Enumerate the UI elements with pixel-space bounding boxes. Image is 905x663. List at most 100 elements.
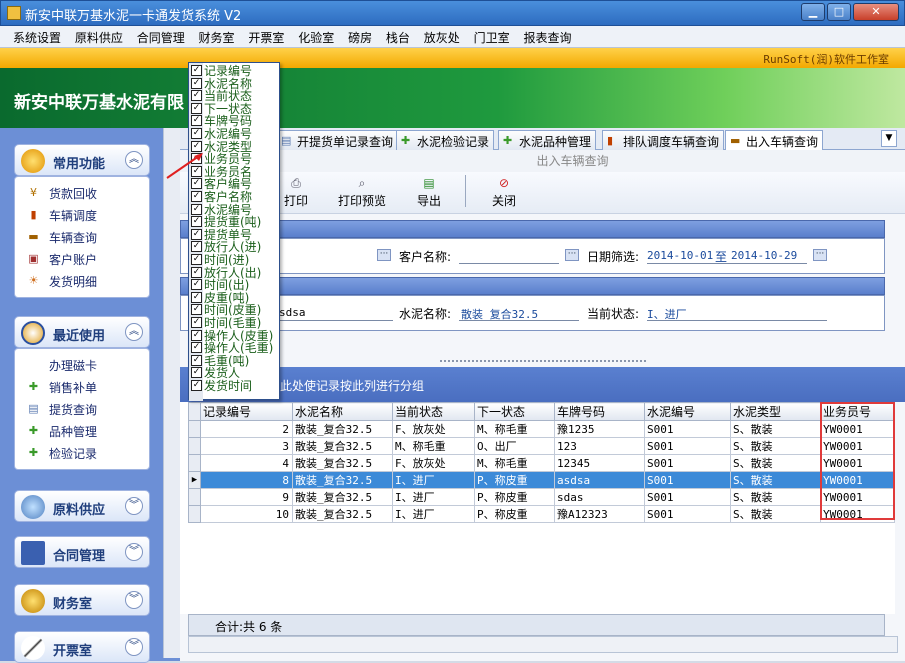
table-row[interactable]: 4 散装_复合32.5 F、放灰处 M、称毛重 12345 S001 S、散装 YW0001 <box>188 454 895 472</box>
group-by-bar[interactable]: 此处使记录按此列进行分组 <box>180 367 905 402</box>
chevron-down-icon[interactable]: ︾ <box>125 591 143 609</box>
col-cement-name[interactable]: 水泥名称 <box>292 402 393 421</box>
menu-billing[interactable]: 开票室 <box>243 26 289 49</box>
menu-system-settings[interactable]: 系统设置 <box>8 26 66 49</box>
table-row[interactable]: 2 散装_复合32.5 F、放灰处 M、称毛重 豫1235 S001 S、散装 YW0001 <box>188 420 895 438</box>
customer-input[interactable] <box>459 263 559 264</box>
puzzle-icon: ✚ <box>28 424 39 437</box>
chevron-down-icon[interactable]: ︾ <box>125 543 143 561</box>
tab-dropdown-button[interactable]: ▼ <box>881 130 897 147</box>
row-indicator[interactable] <box>188 420 201 438</box>
checkbox-checked-icon[interactable]: ✓ <box>191 317 202 328</box>
checkbox-checked-icon[interactable]: ✓ <box>191 77 202 89</box>
date-from-input[interactable]: 2014-10-01 <box>647 249 713 262</box>
checkbox-checked-icon[interactable]: ✓ <box>191 354 202 366</box>
checkbox-checked-icon[interactable]: ✓ <box>191 279 202 291</box>
menu-contract[interactable]: 合同管理 <box>132 26 190 49</box>
col-plate-no[interactable]: 车牌号码 <box>554 402 645 421</box>
tab-cement-variety[interactable]: ✚ 水泥品种管理 <box>498 130 597 150</box>
col-cement-type[interactable]: 水泥类型 <box>730 402 821 421</box>
table-row[interactable]: 9 散装_复合32.5 I、进厂 P、称皮重 sdas S001 S、散装 YW0001 <box>188 488 895 506</box>
menu-raw-supply[interactable]: 原料供应 <box>70 26 128 49</box>
coins-icon <box>21 589 45 613</box>
minimize-button[interactable]: ▁ <box>801 3 825 21</box>
horizontal-scrollbar[interactable] <box>188 636 898 653</box>
truck-icon: ▬ <box>730 134 741 147</box>
col-next-state[interactable]: 下一状态 <box>474 402 555 421</box>
checkbox-checked-icon[interactable]: ✓ <box>191 128 202 139</box>
print-preview-button[interactable]: ⌕ 打印预览 <box>338 175 386 209</box>
sidebar-group-raw-supply[interactable]: 原料供应 ︾ <box>14 490 150 522</box>
menu-finance[interactable]: 财务室 <box>194 26 240 49</box>
checkbox-checked-icon[interactable]: ✓ <box>191 228 202 240</box>
plate-value[interactable]: sdsa <box>279 306 306 319</box>
date-to-input[interactable]: 2014-10-29 <box>731 249 797 262</box>
ellipsis-button[interactable]: ··· <box>813 249 827 261</box>
col-cement-no[interactable]: 水泥编号 <box>644 402 731 421</box>
current-row-arrow-icon[interactable]: ▶ <box>188 471 201 489</box>
ellipsis-button[interactable]: ··· <box>565 249 579 261</box>
print-button[interactable]: ⎙ 打印 <box>284 175 308 209</box>
sidebar-group-common[interactable]: 常用功能 ︽ <box>14 144 150 176</box>
checkbox-checked-icon[interactable]: ✓ <box>191 254 202 265</box>
row-indicator[interactable] <box>188 488 201 506</box>
checkbox-checked-icon[interactable]: ✓ <box>191 380 202 391</box>
checkbox-checked-icon[interactable]: ✓ <box>191 178 202 190</box>
banner-title: 新安中联万基水泥有限 <box>14 93 184 113</box>
checkbox-checked-icon[interactable]: ✓ <box>191 342 202 354</box>
checkbox-checked-icon[interactable]: ✓ <box>191 291 202 303</box>
tab-queue-dispatch[interactable]: ▮ 排队调度车辆查询 <box>602 130 725 150</box>
sidebar-group-recent[interactable]: 最近使用 ︽ <box>14 316 150 348</box>
checkbox-checked-icon[interactable]: ✓ <box>191 216 202 228</box>
puzzle-icon: ✚ <box>28 380 39 393</box>
menu-lab[interactable]: 化验室 <box>293 26 339 49</box>
checkbox-checked-icon[interactable]: ✓ <box>191 266 202 278</box>
checkbox-checked-icon[interactable]: ✓ <box>191 367 202 379</box>
chevron-down-icon[interactable]: ︾ <box>125 497 143 515</box>
checkbox-checked-icon[interactable]: ✓ <box>191 329 202 341</box>
checkbox-checked-icon[interactable]: ✓ <box>191 191 202 202</box>
maximize-button[interactable]: □ <box>827 3 851 21</box>
row-indicator[interactable] <box>188 437 201 455</box>
chevron-up-icon[interactable]: ︽ <box>125 151 143 169</box>
table-row-selected[interactable]: ▶ 8 散装_复合32.5 I、进厂 P、称皮重 asdsa S001 S、散装 YW0001 <box>188 471 895 489</box>
tab-pickup-query[interactable]: ▤ 开提货单记录查询 <box>276 130 399 150</box>
printer-icon: ⎙ <box>291 176 301 190</box>
splitter[interactable] <box>440 360 646 364</box>
table-row[interactable]: 10 散装_复合32.5 I、进厂 P、称皮重 豫A12323 S001 S、散装 YW000… <box>188 505 895 523</box>
checkbox-checked-icon[interactable]: ✓ <box>191 241 202 253</box>
row-indicator[interactable] <box>188 454 201 472</box>
col-current-state[interactable]: 当前状态 <box>392 402 475 421</box>
close-window-button[interactable]: ✕ <box>853 3 899 21</box>
checkbox-checked-icon[interactable]: ✓ <box>191 102 202 114</box>
menu-guard[interactable]: 门卫室 <box>469 26 515 49</box>
menu-ash-release[interactable]: 放灰处 <box>419 26 465 49</box>
group-hint: 此处使记录按此列进行分组 <box>280 379 425 393</box>
row-indicator[interactable] <box>188 505 201 523</box>
delivery-icon: ☀ <box>28 274 39 287</box>
table-row[interactable]: 3 散装_复合32.5 M、称毛重 O、出厂 123 S001 S、散装 YW0001 <box>188 437 895 455</box>
checkbox-checked-icon[interactable]: ✓ <box>191 203 202 215</box>
close-tab-button[interactable]: ⊘ 关闭 <box>492 175 516 209</box>
chevron-down-icon[interactable]: ︾ <box>125 638 143 656</box>
checkbox-checked-icon[interactable]: ✓ <box>191 115 202 127</box>
sidebar-scrollbar[interactable] <box>163 128 180 658</box>
col-record-no[interactable]: 记录编号 <box>200 402 293 421</box>
checkbox-checked-icon[interactable]: ✓ <box>191 304 202 316</box>
menu-weighbridge[interactable]: 磅房 <box>343 26 377 49</box>
sidebar-group-billing[interactable]: 开票室 ︾ <box>14 631 150 663</box>
tab-cement-inspection[interactable]: ✚ 水泥检验记录 <box>396 130 495 150</box>
menu-reports[interactable]: 报表查询 <box>518 26 576 49</box>
menu-platform[interactable]: 栈台 <box>381 26 415 49</box>
checkbox-checked-icon[interactable]: ✓ <box>191 65 202 76</box>
checkbox-checked-icon[interactable]: ✓ <box>191 90 202 102</box>
puzzle-icon: ✚ <box>401 134 411 147</box>
sidebar-group-contract[interactable]: 合同管理 ︾ <box>14 536 150 568</box>
tab-vehicle-inout[interactable]: ▬ 出入车辆查询 <box>725 130 824 151</box>
column-chooser-item[interactable]: ✓ 发货时间 <box>191 380 252 393</box>
menu-bar: 系统设置 原料供应 合同管理 财务室 开票室 化验室 磅房 栈台 放灰处 门卫室… <box>0 26 905 48</box>
export-button[interactable]: ▤ 导出 <box>417 175 441 209</box>
ellipsis-button[interactable]: ··· <box>377 249 391 261</box>
chevron-up-icon[interactable]: ︽ <box>125 323 143 341</box>
sidebar-group-finance[interactable]: 财务室 ︾ <box>14 584 150 616</box>
